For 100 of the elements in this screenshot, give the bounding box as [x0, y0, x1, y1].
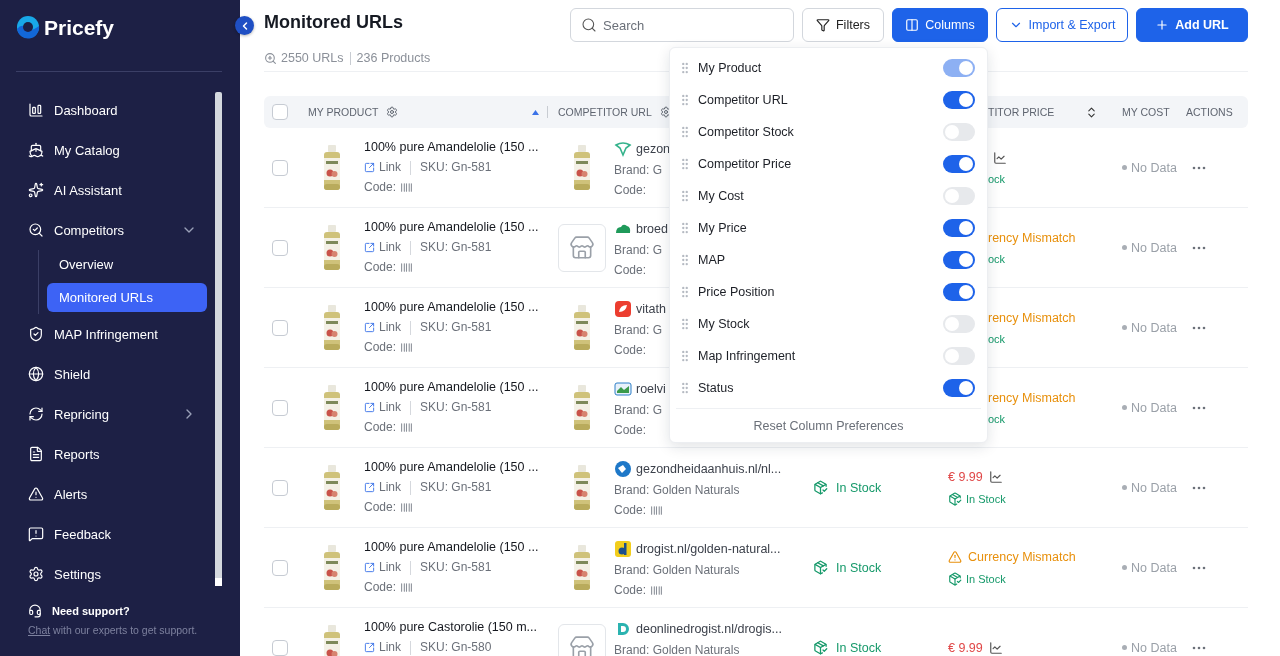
menu-item[interactable]: Status	[670, 372, 987, 404]
stock-status: ock	[988, 333, 1006, 345]
product-link[interactable]: Link	[379, 400, 401, 415]
toggle-switch[interactable]	[943, 155, 975, 173]
competitor-url[interactable]: gezondheidaanhuis.nl/nl...	[636, 461, 782, 477]
checkbox[interactable]	[272, 159, 288, 176]
collapse-button[interactable]	[235, 16, 254, 35]
menu-item[interactable]: Competitor Price	[670, 148, 987, 180]
dot-icon	[1122, 165, 1127, 170]
box-icon	[948, 572, 962, 586]
export-button[interactable]: Import & Export	[996, 8, 1128, 42]
menu-item[interactable]: Map Infringement	[670, 340, 987, 372]
product-link[interactable]: Link	[379, 480, 401, 495]
price-warning: rency Mismatch	[988, 390, 1076, 405]
competitor-url[interactable]: gezon	[636, 141, 671, 157]
code-label: Code:	[614, 183, 647, 198]
nav-item[interactable]: Feedback	[28, 514, 207, 554]
toggle-switch[interactable]	[943, 379, 975, 397]
filter-button[interactable]: Filters	[802, 8, 884, 42]
checkbox[interactable]	[272, 479, 288, 496]
nav-subitem[interactable]: Monitored URLs	[47, 283, 207, 312]
settings-icon[interactable]	[386, 106, 399, 118]
toggle-switch[interactable]	[943, 91, 975, 109]
nav-subitem[interactable]: Overview	[47, 250, 207, 279]
toggle-switch[interactable]	[943, 187, 975, 205]
more-button[interactable]	[1192, 485, 1206, 490]
chart-icon[interactable]	[988, 469, 1003, 484]
more-button[interactable]	[1192, 565, 1206, 570]
nav-item[interactable]: Competitors	[28, 210, 207, 250]
box-icon	[813, 640, 828, 655]
checkbox[interactable]	[272, 639, 288, 656]
competitor-url[interactable]: deonlinedrogist.nl/drogis...	[636, 621, 782, 637]
more-button[interactable]	[1192, 325, 1206, 330]
settings-icon[interactable]	[659, 106, 672, 118]
menu-item[interactable]: Competitor Stock	[670, 116, 987, 148]
chat-link[interactable]: Chat	[28, 624, 51, 636]
menu-item[interactable]: MAP	[670, 244, 987, 276]
more-button[interactable]	[1192, 165, 1206, 170]
competitor-url[interactable]: vitath	[636, 301, 666, 317]
chart-icon[interactable]	[988, 640, 1003, 655]
menu-item[interactable]: Price Position	[670, 276, 987, 308]
nav-item[interactable]: Settings	[28, 554, 207, 594]
toggle-switch[interactable]	[943, 123, 975, 141]
cost-text: No Data	[1131, 400, 1177, 415]
column-header: MY PRODUCT	[308, 106, 379, 118]
more-button[interactable]	[1192, 405, 1206, 410]
code-label: Code:	[614, 343, 647, 358]
product-link[interactable]: Link	[379, 160, 401, 175]
sort-up-icon[interactable]	[532, 109, 539, 115]
reset-button[interactable]: Reset Column Preferences	[676, 408, 981, 442]
brand-text: Brand: Golden Naturals	[614, 643, 741, 656]
checkbox[interactable]	[272, 559, 288, 576]
barcode-icon	[400, 501, 414, 514]
stock-status: In Stock	[836, 560, 882, 575]
toggle-switch[interactable]	[943, 315, 975, 333]
nav-item[interactable]: Alerts	[28, 474, 207, 514]
brand-text: Brand: G	[614, 403, 664, 418]
sort-icon[interactable]	[1085, 105, 1098, 119]
product-link[interactable]: Link	[379, 560, 401, 575]
dot-icon	[1122, 245, 1127, 250]
cost-text: No Data	[1131, 320, 1177, 335]
checkbox[interactable]	[272, 399, 288, 416]
competitor-url[interactable]: roelvi	[636, 381, 666, 397]
brand-text: Brand: G	[614, 323, 664, 338]
menu-item[interactable]: My Stock	[670, 308, 987, 340]
more-button[interactable]	[1192, 245, 1206, 250]
nav-item[interactable]: Repricing	[28, 394, 207, 434]
nav-item[interactable]: MAP Infringement	[28, 314, 207, 354]
checkbox[interactable]	[272, 319, 288, 336]
add-button[interactable]: Add URL	[1136, 8, 1248, 42]
nav-item[interactable]: Shield	[28, 354, 207, 394]
menu-item[interactable]: Competitor URL	[670, 84, 987, 116]
sku-text: SKU: Gn-580	[420, 640, 492, 655]
toggle-switch[interactable]	[943, 219, 975, 237]
product-link[interactable]: Link	[379, 640, 401, 655]
nav-item[interactable]: Dashboard	[28, 90, 207, 130]
checkbox[interactable]	[272, 104, 288, 120]
competitor-url[interactable]: broed	[636, 221, 668, 237]
product-link[interactable]: Link	[379, 240, 401, 255]
sku-text: SKU: Gn-581	[420, 400, 492, 415]
box-icon	[813, 560, 828, 575]
product-link[interactable]: Link	[379, 320, 401, 335]
brand-text: Brand: G	[614, 243, 664, 258]
menu-item[interactable]: My Price	[670, 212, 987, 244]
nav-item[interactable]: Reports	[28, 434, 207, 474]
toggle-switch[interactable]	[943, 347, 975, 365]
menu-item[interactable]: My Cost	[670, 180, 987, 212]
dot-icon	[1122, 325, 1127, 330]
nav-item[interactable]: AI Assistant	[28, 170, 207, 210]
toggle-switch[interactable]	[943, 251, 975, 269]
more-button[interactable]	[1192, 645, 1206, 650]
columns-button[interactable]: Columns	[892, 8, 988, 42]
search-bar[interactable]: Search	[570, 8, 794, 42]
nav-item[interactable]: My Catalog	[28, 130, 207, 170]
scrollbar[interactable]	[215, 92, 222, 586]
refresh-icon	[28, 406, 44, 422]
chart-icon[interactable]	[993, 150, 1007, 165]
competitor-url[interactable]: drogist.nl/golden-natural...	[636, 541, 781, 557]
checkbox[interactable]	[272, 239, 288, 256]
toggle-switch[interactable]	[943, 283, 975, 301]
